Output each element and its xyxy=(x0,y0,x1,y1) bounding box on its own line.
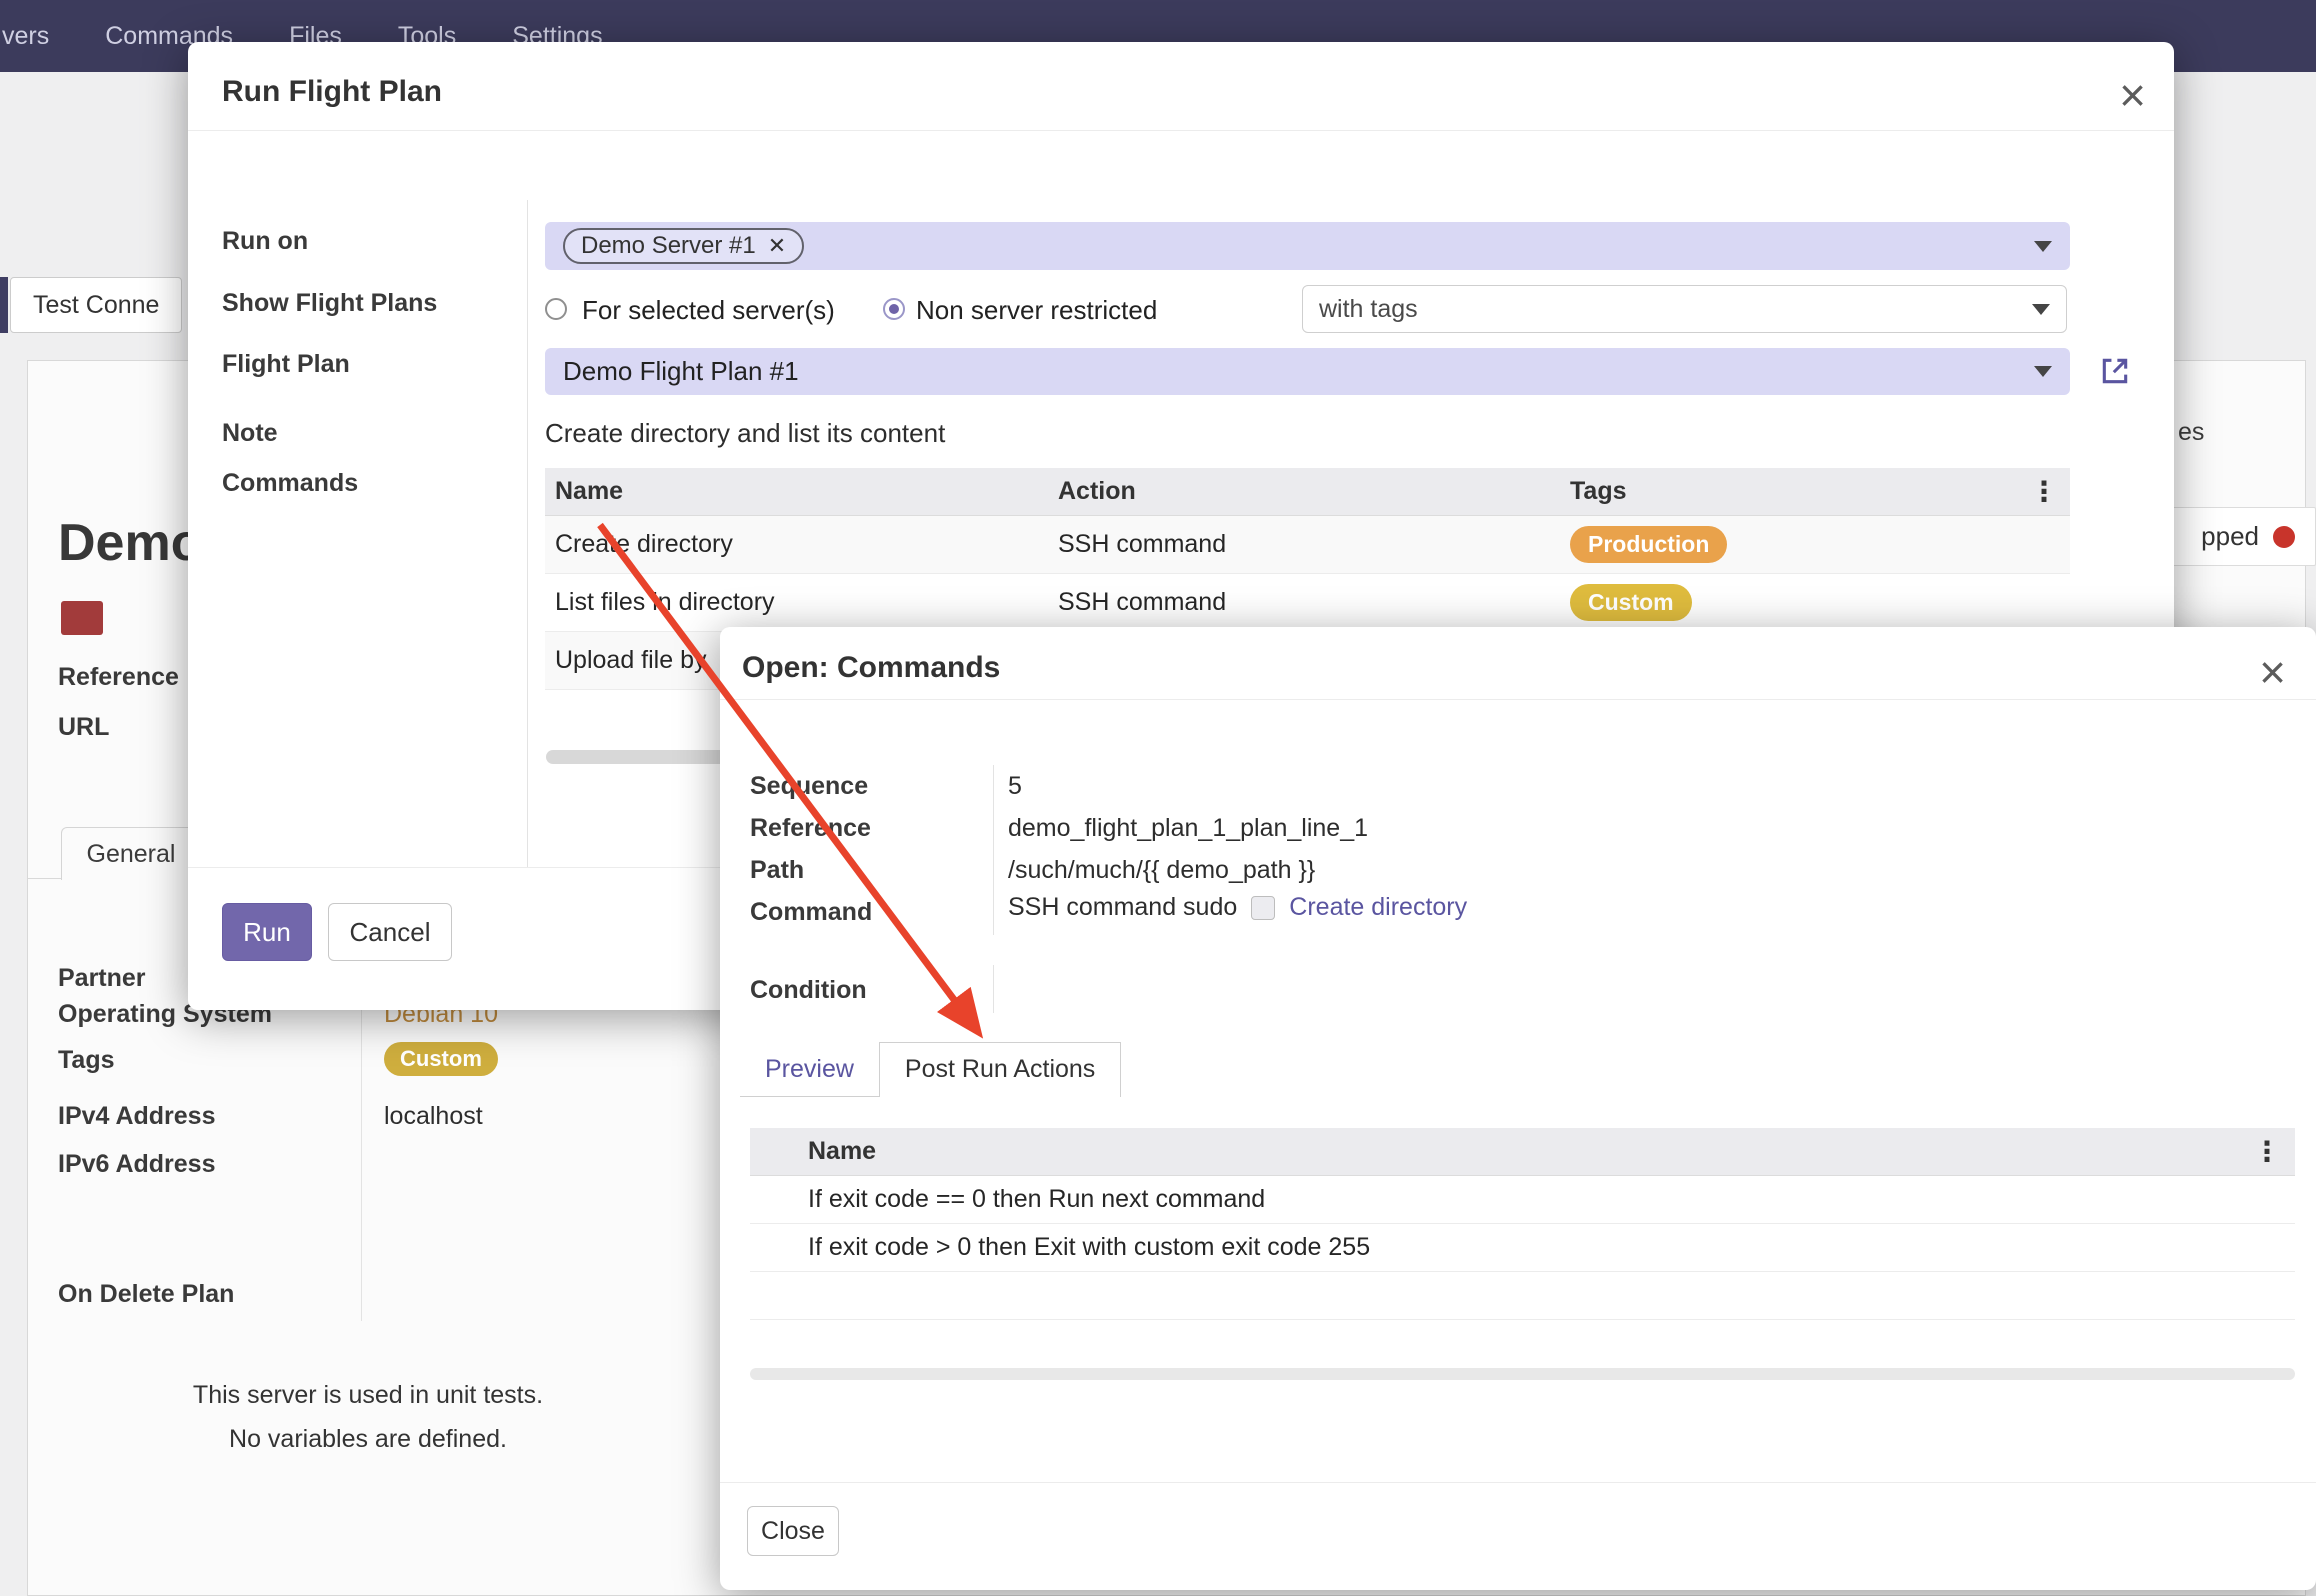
col-header-tags: Tags xyxy=(1570,477,1627,506)
radio-selected-servers-label[interactable]: For selected server(s) xyxy=(582,295,835,326)
path-value: /such/much/{{ demo_path }} xyxy=(1008,856,1315,885)
unit-test-note-line2: No variables are defined. xyxy=(133,1417,603,1461)
tab-general[interactable]: General xyxy=(61,827,201,880)
cell-name: If exit code == 0 then Run next command xyxy=(808,1185,1265,1214)
color-swatch xyxy=(61,601,103,635)
on-delete-plan-label: On Delete Plan xyxy=(58,1280,234,1309)
close-button[interactable]: Close xyxy=(747,1506,839,1556)
server-tag-pill[interactable]: Demo Server #1 ✕ xyxy=(563,228,804,264)
radio-non-server-restricted-label[interactable]: Non server restricted xyxy=(916,295,1157,326)
field-divider xyxy=(993,965,994,1013)
note-label: Note xyxy=(222,419,278,448)
field-divider xyxy=(361,957,362,1321)
run-on-field[interactable]: Demo Server #1 ✕ xyxy=(545,222,2070,270)
tags-label: Tags xyxy=(58,1046,115,1075)
page: vers Commands Files Tools Settings Test … xyxy=(0,0,2316,1596)
flight-plan-field[interactable]: Demo Flight Plan #1 xyxy=(545,348,2070,395)
col-header-name: Name xyxy=(545,477,1058,506)
table-scrollbar[interactable] xyxy=(546,750,746,764)
commands-table-header: Name Action Tags ⋮ xyxy=(545,468,2070,516)
post-run-actions-table: Name ⋮ If exit code == 0 then Run next c… xyxy=(750,1128,2295,1320)
nav-item-servers-partial[interactable]: vers xyxy=(2,22,49,51)
tag-badge-custom: Custom xyxy=(1570,584,1692,622)
url-label: URL xyxy=(58,713,109,742)
table-row[interactable]: List files in directory SSH command Cust… xyxy=(545,574,2070,632)
flight-plan-label: Flight Plan xyxy=(222,350,350,379)
test-connection-button[interactable]: Test Conne xyxy=(10,277,182,333)
table-row[interactable]: If exit code > 0 then Exit with custom e… xyxy=(750,1224,2295,1272)
run-on-label: Run on xyxy=(222,227,308,256)
cell-name: List files in directory xyxy=(545,588,1058,617)
status-dot-icon xyxy=(2273,526,2295,548)
status-text-partial: pped xyxy=(2201,521,2259,552)
chevron-down-icon xyxy=(2032,304,2050,315)
cancel-button[interactable]: Cancel xyxy=(328,903,452,961)
command-value: SSH command sudo xyxy=(1008,893,1237,922)
chevron-down-icon xyxy=(2034,241,2052,252)
command-label: Command xyxy=(750,898,872,927)
table-row[interactable]: Create directory SSH command Production xyxy=(545,516,2070,574)
tab-post-run-actions[interactable]: Post Run Actions xyxy=(879,1042,1121,1097)
flight-plan-value: Demo Flight Plan #1 xyxy=(563,356,799,387)
reference-value: demo_flight_plan_1_plan_line_1 xyxy=(1008,814,1368,843)
run-modal-title: Run Flight Plan xyxy=(222,75,442,109)
open-commands-modal: Open: Commands × Sequence 5 Reference de… xyxy=(720,627,2316,1590)
empty-row xyxy=(750,1272,2295,1320)
open-modal-title: Open: Commands xyxy=(742,651,1000,685)
clipped-button-fragment xyxy=(0,277,8,333)
reference-label: Reference xyxy=(58,663,179,692)
condition-label: Condition xyxy=(750,976,867,1005)
kebab-menu-icon[interactable]: ⋮ xyxy=(2253,1138,2281,1166)
commands-label: Commands xyxy=(222,469,358,498)
run-button[interactable]: Run xyxy=(222,903,312,961)
col-header-name: Name xyxy=(808,1137,2253,1166)
cell-name: If exit code > 0 then Exit with custom e… xyxy=(808,1233,1370,1262)
modal-header-divider xyxy=(188,130,2174,131)
cell-action: SSH command xyxy=(1058,588,1570,617)
sequence-value: 5 xyxy=(1008,772,1022,801)
close-icon[interactable]: × xyxy=(2259,649,2286,695)
radio-non-server-restricted[interactable] xyxy=(883,298,905,320)
tag-badge-production: Production xyxy=(1570,526,1727,564)
table-row[interactable]: If exit code == 0 then Run next command xyxy=(750,1176,2295,1224)
unit-test-note: This server is used in unit tests. No va… xyxy=(133,1373,603,1461)
clipped-text-right: es xyxy=(2178,418,2204,447)
table-scrollbar[interactable] xyxy=(750,1368,2295,1380)
tag-badge-custom: Custom xyxy=(384,1042,498,1076)
command-value-row: SSH command sudo Create directory xyxy=(1008,893,1467,922)
tab-preview[interactable]: Preview xyxy=(740,1043,879,1096)
with-tags-select[interactable]: with tags xyxy=(1302,285,2067,333)
tag-remove-icon[interactable]: ✕ xyxy=(768,233,786,259)
cell-name: Create directory xyxy=(545,530,1058,559)
kebab-menu-icon[interactable]: ⋮ xyxy=(2030,478,2058,506)
radio-selected-servers[interactable] xyxy=(545,298,567,320)
server-tag-label: Demo Server #1 xyxy=(581,232,756,260)
unit-test-note-line1: This server is used in unit tests. xyxy=(133,1373,603,1417)
server-title: Demo xyxy=(58,513,202,573)
external-link-icon[interactable] xyxy=(2096,352,2134,390)
partner-label: Partner xyxy=(58,964,146,993)
notebook-tabs: Preview Post Run Actions xyxy=(740,1042,1121,1097)
modal-footer-divider xyxy=(720,1482,2316,1483)
cell-action: SSH command xyxy=(1058,530,1570,559)
ipv6-label: IPv6 Address xyxy=(58,1150,215,1179)
field-divider xyxy=(993,765,994,935)
show-flight-plans-label: Show Flight Plans xyxy=(222,289,437,318)
col-header-action: Action xyxy=(1058,477,1570,506)
note-value: Create directory and list its content xyxy=(545,418,945,449)
checkbox[interactable] xyxy=(1251,896,1275,920)
path-label: Path xyxy=(750,856,804,885)
with-tags-value: with tags xyxy=(1319,295,1418,324)
close-icon[interactable]: × xyxy=(2119,72,2146,118)
reference-label: Reference xyxy=(750,814,871,843)
create-directory-link[interactable]: Create directory xyxy=(1289,893,1467,922)
label-column-divider xyxy=(527,200,528,867)
modal-header-divider xyxy=(720,699,2316,700)
ipv4-value: localhost xyxy=(384,1102,483,1131)
post-run-actions-header: Name ⋮ xyxy=(750,1128,2295,1176)
chevron-down-icon xyxy=(2034,366,2052,377)
ipv4-label: IPv4 Address xyxy=(58,1102,215,1131)
sequence-label: Sequence xyxy=(750,772,868,801)
